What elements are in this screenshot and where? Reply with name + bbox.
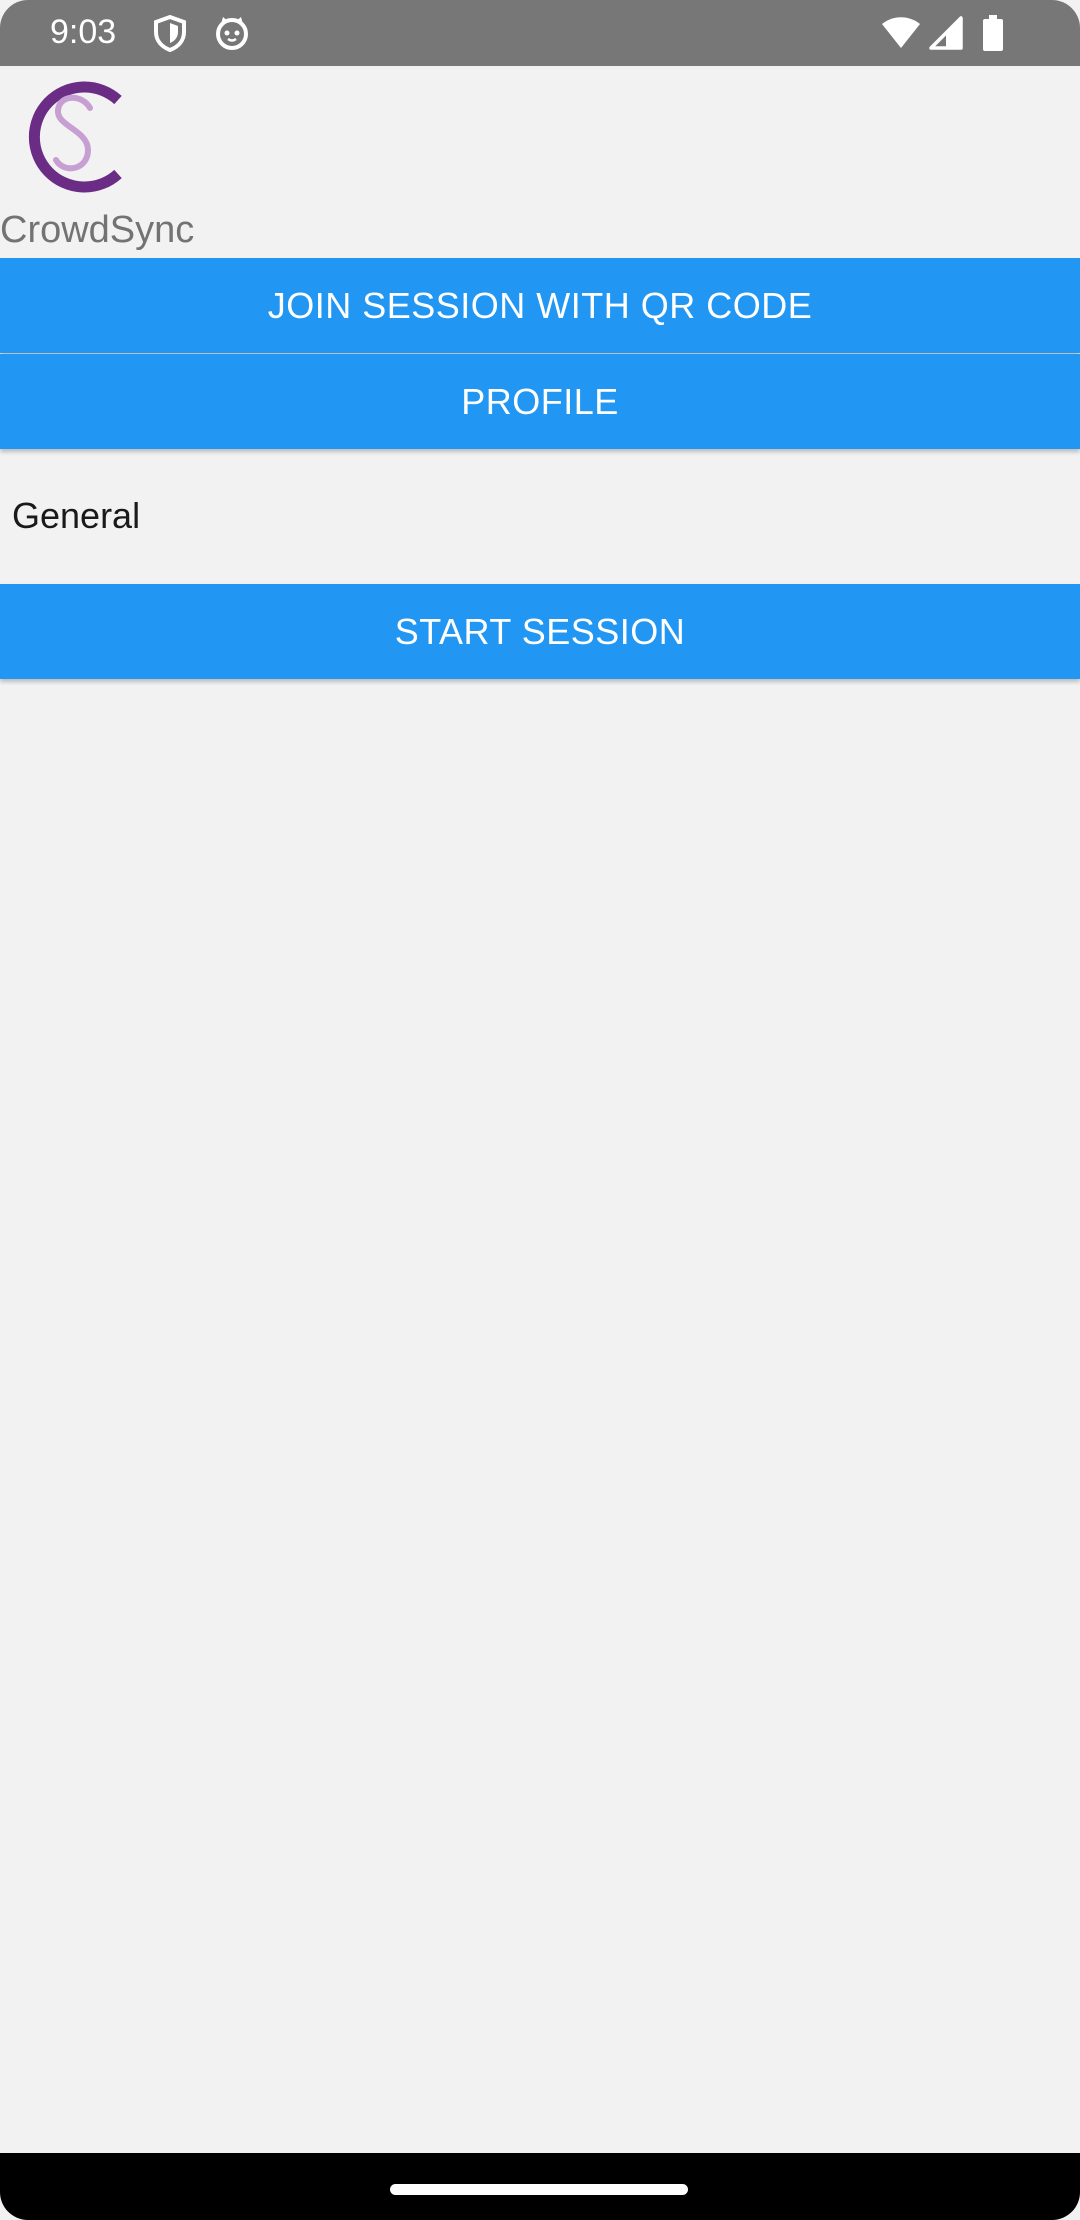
shield-icon bbox=[152, 14, 188, 52]
cat-face-icon bbox=[214, 14, 250, 52]
profile-button[interactable]: PROFILE bbox=[0, 354, 1080, 449]
status-bar: 9:03 bbox=[0, 0, 1080, 66]
home-gesture-handle[interactable] bbox=[390, 2184, 688, 2195]
app-screen: 9:03 CrowdSync JOIN SESSION WITH QR CODE… bbox=[0, 0, 1080, 2220]
join-session-qr-button[interactable]: JOIN SESSION WITH QR CODE bbox=[0, 258, 1080, 353]
wifi-icon bbox=[880, 14, 922, 52]
status-time: 9:03 bbox=[50, 13, 117, 51]
signal-icon bbox=[928, 14, 964, 52]
crowdsync-logo bbox=[12, 78, 124, 196]
session-category-selector[interactable]: General bbox=[12, 492, 140, 540]
start-session-button[interactable]: START SESSION bbox=[0, 584, 1080, 679]
app-name: CrowdSync bbox=[0, 209, 195, 251]
battery-icon bbox=[982, 14, 1004, 52]
